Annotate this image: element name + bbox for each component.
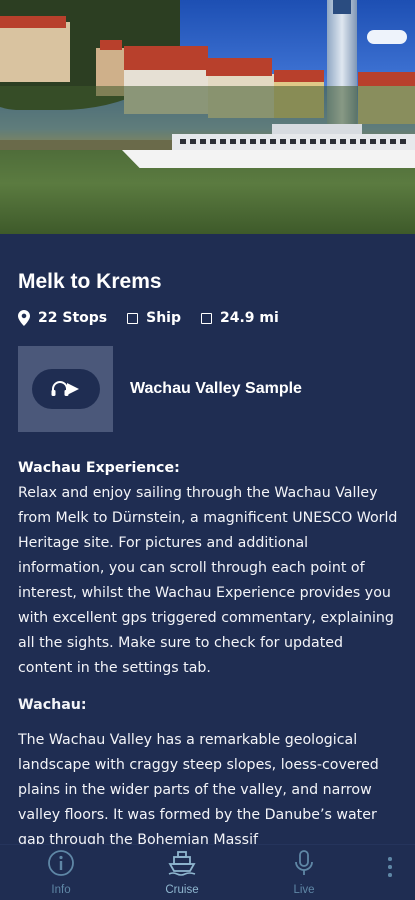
square-icon — [200, 312, 212, 324]
section-heading: Wachau: — [18, 697, 87, 713]
tab-live[interactable]: Live — [264, 849, 344, 896]
tab-cruise-label: Cruise — [165, 884, 199, 896]
square-icon — [127, 312, 139, 324]
vessel-info: Ship — [127, 310, 181, 326]
tab-info-label: Info — [51, 884, 71, 896]
ship-icon — [168, 851, 196, 876]
description: Wachau Experience: Relax and enjoy saili… — [18, 456, 398, 844]
info-icon — [48, 850, 74, 876]
audio-sample[interactable]: Wachau Valley Sample — [18, 346, 398, 432]
vessel-label: Ship — [146, 310, 181, 326]
route-detail: Melk to Krems 22 Stops Ship 24.9 mi Wach… — [18, 234, 398, 844]
hero-image — [0, 0, 415, 234]
distance-info: 24.9 mi — [200, 310, 279, 326]
section-wachau: The Wachau Valley has a remarkable geolo… — [18, 728, 398, 844]
play-button[interactable] — [31, 369, 100, 409]
section-text: The Wachau Valley has a remarkable geolo… — [18, 732, 379, 844]
section-experience: Wachau Experience: Relax and enjoy saili… — [18, 456, 398, 681]
audio-label: Wachau Valley Sample — [130, 380, 302, 397]
route-meta: 22 Stops Ship 24.9 mi — [18, 310, 299, 326]
stops-info: 22 Stops — [18, 310, 107, 326]
tab-info[interactable]: Info — [21, 849, 101, 896]
section-text: Relax and enjoy sailing through the Wach… — [18, 485, 398, 676]
location-pin-icon — [18, 310, 30, 326]
page-title: Melk to Krems — [18, 270, 162, 293]
ship-image — [122, 122, 415, 168]
microphone-icon — [295, 850, 313, 875]
tab-live-label: Live — [293, 884, 315, 896]
bottom-nav: Info Cruise Live — [0, 844, 415, 900]
headphones-play-icon — [51, 381, 79, 396]
distance-label: 24.9 mi — [219, 310, 279, 326]
more-vertical-icon[interactable] — [380, 857, 400, 887]
section-heading: Wachau Experience: — [18, 460, 180, 476]
audio-thumbnail[interactable] — [18, 346, 113, 432]
tab-cruise[interactable]: Cruise — [142, 849, 222, 896]
stops-label: 22 Stops — [38, 310, 108, 326]
